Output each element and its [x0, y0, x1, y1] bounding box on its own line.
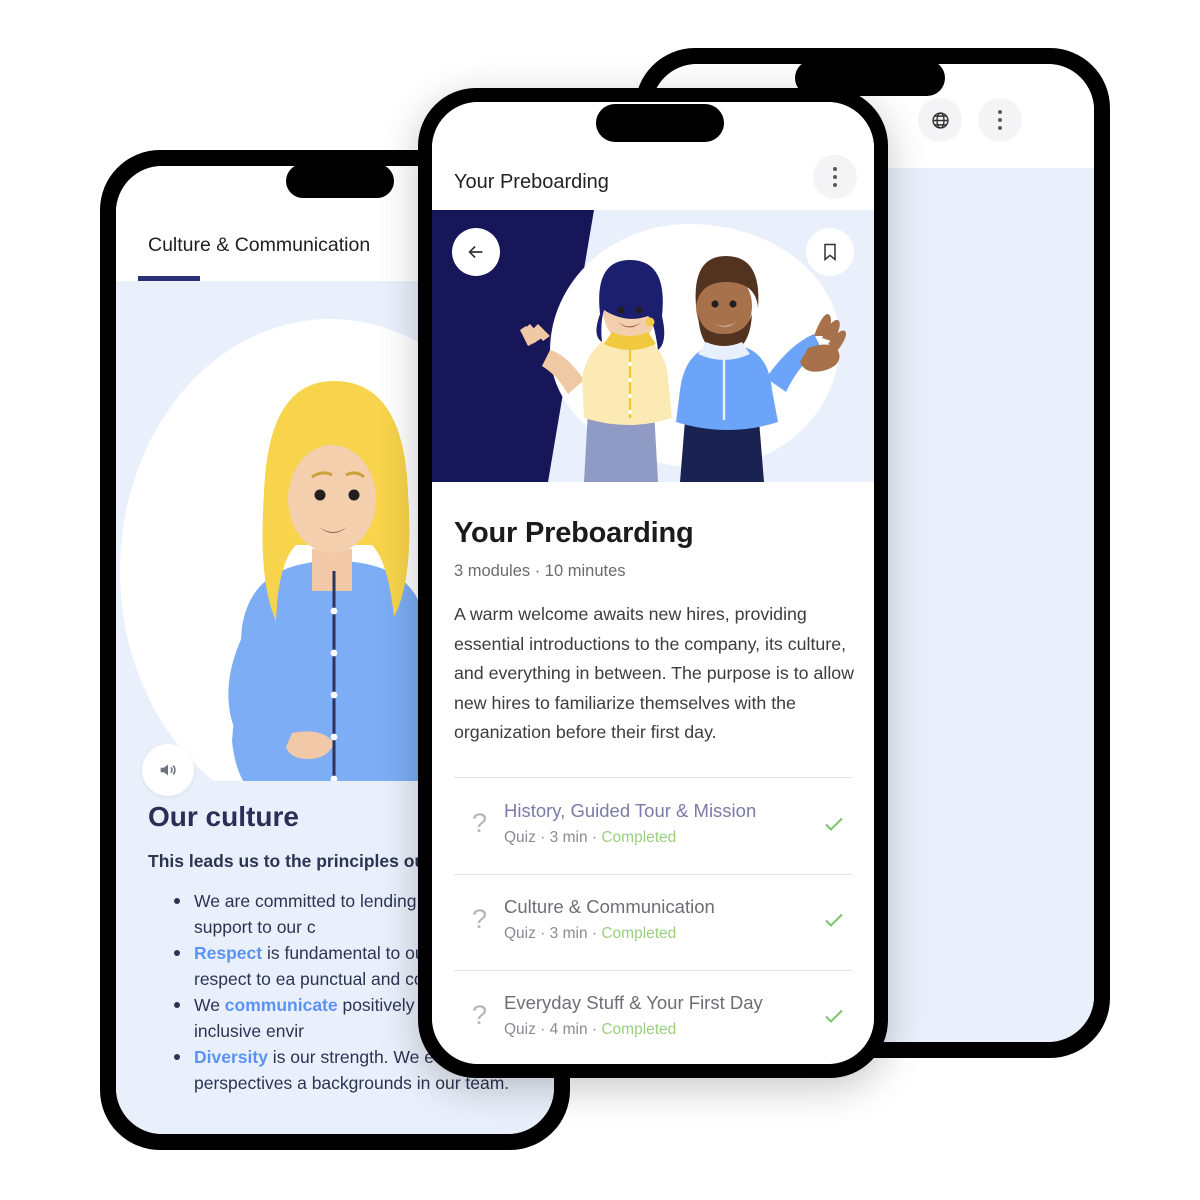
bookmark-icon [824, 243, 836, 262]
module-title: Everyday Stuff & Your First Day [504, 992, 763, 1013]
center-phone-screen: Your Preboarding Your Preboarding 3 modu… [432, 102, 874, 1064]
page-title: Your Preboarding [454, 517, 694, 549]
screenshot-canvas: nhagen, where Anders any in 1991. e and … [0, 0, 1200, 1200]
section-lead: This leads us to the principles our c [148, 851, 447, 871]
module-title: History, Guided Tour & Mission [504, 800, 757, 821]
center-phone-notch [596, 104, 724, 142]
arrow-left-icon [468, 245, 483, 259]
section-heading: Our culture [148, 801, 299, 832]
module-title: Culture & Communication [504, 896, 715, 917]
module-meta: Quiz · 4 min · Completed [504, 1021, 677, 1038]
course-meta: 3 modules · 10 minutes [454, 562, 626, 580]
back-button[interactable] [452, 228, 500, 276]
bullet-text: We are committed to lending [194, 891, 422, 911]
bullet-text: We [194, 995, 225, 1015]
more-vertical-icon[interactable] [813, 155, 857, 199]
course-description: A warm welcome awaits new hires, providi… [454, 604, 854, 742]
check-icon [822, 812, 846, 841]
inline-link[interactable]: Respect [194, 943, 262, 963]
menu-dots [998, 110, 1002, 130]
question-mark-icon: ? [472, 904, 488, 934]
module-meta: Quiz · 3 min · Completed [504, 829, 677, 846]
inline-link[interactable]: communicate [225, 995, 338, 1015]
left-phone-notch [286, 164, 394, 198]
module-type: Quiz [504, 829, 536, 846]
topbar-title: Your Preboarding [454, 171, 609, 193]
module-meta: Quiz · 3 min · Completed [504, 925, 677, 942]
two-people-waving-illustration [432, 210, 874, 482]
question-mark-icon: ? [472, 1000, 488, 1030]
speaker-volume-icon [160, 764, 176, 776]
module-status: Completed [601, 1021, 677, 1038]
module-duration: 3 min [549, 925, 588, 942]
module-duration: 4 min [549, 1021, 588, 1038]
module-row[interactable]: ? Everyday Stuff & Your First Day Quiz ·… [432, 970, 874, 1064]
module-type: Quiz [504, 1021, 536, 1038]
menu-dots [833, 167, 837, 187]
module-duration: 3 min [549, 829, 588, 846]
module-row[interactable]: ? History, Guided Tour & Mission Quiz · … [432, 778, 874, 874]
check-icon [822, 908, 846, 937]
module-type: Quiz [504, 925, 536, 942]
center-content: Your Preboarding 3 modules · 10 minutes … [432, 482, 874, 1064]
phone-mockup-center: Your Preboarding Your Preboarding 3 modu… [418, 88, 888, 1078]
inline-link[interactable]: Diversity [194, 1047, 268, 1067]
check-icon [822, 1004, 846, 1033]
audio-play-button[interactable] [142, 744, 194, 796]
module-status: Completed [601, 829, 677, 846]
module-status: Completed [601, 925, 677, 942]
bookmark-button[interactable] [806, 228, 854, 276]
left-page-title: Culture & Communication [148, 234, 371, 256]
question-mark-icon: ? [472, 808, 488, 838]
module-row[interactable]: ? Culture & Communication Quiz · 3 min ·… [432, 874, 874, 970]
more-vertical-icon[interactable] [978, 98, 1022, 142]
right-phone-notch [795, 60, 945, 96]
globe-icon[interactable] [918, 98, 962, 142]
